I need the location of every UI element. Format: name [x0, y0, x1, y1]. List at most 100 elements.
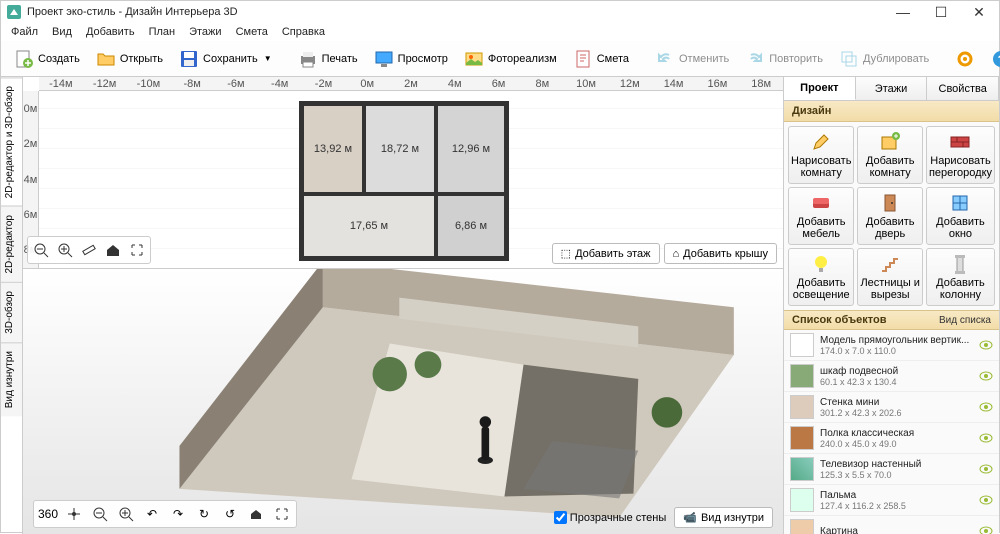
minimize-button[interactable]: —: [893, 4, 913, 21]
vtab-2d[interactable]: 2D-редактор: [1, 206, 22, 282]
tab-properties[interactable]: Свойства: [927, 77, 999, 100]
zoom-in-button[interactable]: [54, 239, 76, 261]
open-button[interactable]: Открыть: [89, 45, 170, 73]
photoreal-button[interactable]: Фотореализм: [457, 45, 564, 73]
menu-file[interactable]: Файл: [5, 24, 44, 40]
fit-button[interactable]: [126, 239, 148, 261]
eye-icon[interactable]: [979, 431, 993, 445]
list-item[interactable]: Полка классическая240.0 x 45.0 x 49.0: [784, 423, 999, 454]
home-3d-button[interactable]: [244, 503, 268, 525]
menu-add[interactable]: Добавить: [80, 24, 141, 40]
redo-button[interactable]: Повторить: [738, 45, 830, 73]
add-room-button[interactable]: Добавить комнату: [857, 126, 923, 184]
list-item[interactable]: Пальма127.4 x 116.2 x 258.5: [784, 485, 999, 516]
view3d-tools: 360 ↶ ↷ ↻ ↺: [33, 500, 297, 528]
view-3d[interactable]: 360 ↶ ↷ ↻ ↺ Прозрачные стены 📹Вид изнутр…: [23, 269, 783, 534]
room-1[interactable]: 13,92 м: [302, 104, 364, 194]
chevron-down-icon: ▼: [264, 54, 272, 63]
add-furniture-button[interactable]: Добавить мебель: [788, 187, 854, 245]
tilt-down-button[interactable]: ↺: [218, 503, 242, 525]
pan-button[interactable]: [62, 503, 86, 525]
sofa-icon: [810, 192, 832, 214]
list-item[interactable]: Картина: [784, 516, 999, 534]
add-window-button[interactable]: Добавить окно: [926, 187, 995, 245]
add-door-button[interactable]: Добавить дверь: [857, 187, 923, 245]
room-5[interactable]: 6,86 м: [436, 194, 506, 258]
vtab-3d[interactable]: 3D-обзор: [1, 282, 22, 342]
inside-view-button[interactable]: 📹Вид изнутри: [674, 507, 773, 528]
room-2[interactable]: 18,72 м: [364, 104, 436, 194]
settings-button[interactable]: [948, 45, 982, 73]
menu-estimate[interactable]: Смета: [230, 24, 274, 40]
transparent-walls-checkbox[interactable]: Прозрачные стены: [554, 511, 666, 524]
print-button[interactable]: Печать: [291, 45, 365, 73]
add-lighting-button[interactable]: Добавить освещение: [788, 248, 854, 306]
undo-icon: [655, 49, 675, 69]
objects-view-toggle[interactable]: Вид списка: [939, 315, 991, 326]
save-icon: [179, 49, 199, 69]
menu-help[interactable]: Справка: [276, 24, 331, 40]
room-3[interactable]: 12,96 м: [436, 104, 506, 194]
eye-icon[interactable]: [979, 369, 993, 383]
objects-header: Список объектов Вид списка: [784, 310, 999, 330]
zoom-out-3d-button[interactable]: [88, 503, 112, 525]
menu-view[interactable]: Вид: [46, 24, 78, 40]
rotate-ccw-button[interactable]: ↶: [140, 503, 164, 525]
help-button[interactable]: ?: [984, 45, 1000, 73]
stairs-button[interactable]: Лестницы и вырезы: [857, 248, 923, 306]
vtab-2d-3d[interactable]: 2D-редактор и 3D-обзор: [1, 77, 22, 206]
eye-icon[interactable]: [979, 400, 993, 414]
home-button[interactable]: [102, 239, 124, 261]
roof-icon: ⌂: [673, 248, 680, 260]
tilt-up-button[interactable]: ↻: [192, 503, 216, 525]
ruler-tool-button[interactable]: [78, 239, 100, 261]
redo-icon: [745, 49, 765, 69]
save-button[interactable]: Сохранить▼: [172, 45, 279, 73]
add-column-button[interactable]: Добавить колонну: [926, 248, 995, 306]
list-item[interactable]: Стенка мини301.2 x 42.3 x 202.6: [784, 392, 999, 423]
plan-view[interactable]: -14м-12м-10м-8м-6м-4м-2м0м2м4м6м8м10м12м…: [23, 77, 783, 269]
floorplan[interactable]: 13,92 м 18,72 м 12,96 м 17,65 м 6,86 м: [299, 101, 509, 261]
list-item[interactable]: Модель прямоугольник вертик...174.0 x 7.…: [784, 330, 999, 361]
plan-tools: [27, 236, 151, 264]
preview-button[interactable]: Просмотр: [367, 45, 455, 73]
menu-floors[interactable]: Этажи: [183, 24, 227, 40]
list-item[interactable]: шкаф подвесной60.1 x 42.3 x 130.4: [784, 361, 999, 392]
add-floor-button[interactable]: ⬚Добавить этаж: [552, 243, 660, 264]
room-4[interactable]: 17,65 м: [302, 194, 436, 258]
thumb-icon: [790, 488, 814, 512]
draw-room-button[interactable]: Нарисовать комнату: [788, 126, 854, 184]
thumb-icon: [790, 395, 814, 419]
fit-3d-button[interactable]: [270, 503, 294, 525]
duplicate-button[interactable]: Дублировать: [832, 45, 936, 73]
vtab-inside[interactable]: Вид изнутри: [1, 342, 22, 416]
draw-partition-button[interactable]: Нарисовать перегородку: [926, 126, 995, 184]
camera-icon: 📹: [683, 511, 697, 524]
create-button[interactable]: Создать: [7, 45, 87, 73]
orbit-button[interactable]: 360: [36, 503, 60, 525]
menu-plan[interactable]: План: [143, 24, 182, 40]
eye-icon[interactable]: [979, 338, 993, 352]
rotate-cw-button[interactable]: ↷: [166, 503, 190, 525]
document-new-icon: [14, 49, 34, 69]
photo-icon: [464, 49, 484, 69]
right-panel: Проект Этажи Свойства Дизайн Нарисовать …: [783, 77, 999, 534]
help-icon: ?: [991, 49, 1000, 69]
maximize-button[interactable]: ☐: [931, 4, 951, 21]
plan-actions: ⬚Добавить этаж ⌂Добавить крышу: [552, 243, 777, 264]
panel-tabs: Проект Этажи Свойства: [784, 77, 999, 101]
eye-icon[interactable]: [979, 462, 993, 476]
eye-icon[interactable]: [979, 493, 993, 507]
list-item[interactable]: Телевизор настенный125.3 x 5.5 x 70.0: [784, 454, 999, 485]
tab-project[interactable]: Проект: [784, 77, 856, 100]
undo-button[interactable]: Отменить: [648, 45, 736, 73]
menubar: Файл Вид Добавить План Этажи Смета Справ…: [1, 23, 999, 41]
add-roof-button[interactable]: ⌂Добавить крышу: [664, 243, 778, 264]
render-3d[interactable]: [103, 269, 753, 514]
tab-floors[interactable]: Этажи: [856, 77, 928, 100]
zoom-in-3d-button[interactable]: [114, 503, 138, 525]
close-button[interactable]: ✕: [969, 4, 989, 21]
thumb-icon: [790, 364, 814, 388]
estimate-button[interactable]: Смета: [566, 45, 636, 73]
zoom-out-button[interactable]: [30, 239, 52, 261]
